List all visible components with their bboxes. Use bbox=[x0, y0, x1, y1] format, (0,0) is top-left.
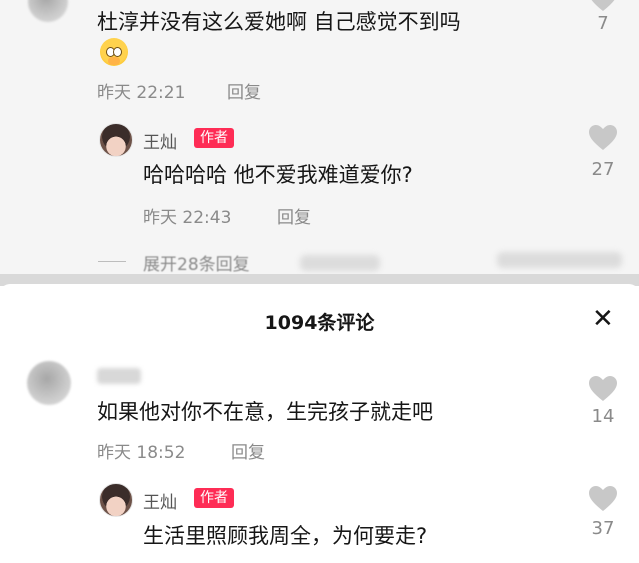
reply-button[interactable]: 回复 bbox=[231, 438, 265, 463]
like-count: 14 bbox=[591, 406, 615, 427]
like-count: 37 bbox=[591, 518, 615, 539]
comment-text: 如果他对你不在意，生完孩子就走吧 bbox=[97, 400, 433, 424]
author-avatar[interactable] bbox=[99, 123, 133, 157]
author-badge: 作者 bbox=[194, 127, 234, 148]
reply-time: 昨天 22:43 bbox=[143, 208, 232, 228]
comment-time: 昨天 22:21 bbox=[97, 83, 186, 103]
author-avatar[interactable] bbox=[99, 483, 133, 517]
heart-icon[interactable] bbox=[588, 0, 618, 12]
reply-button[interactable]: 回复 bbox=[277, 203, 311, 228]
heart-icon[interactable] bbox=[588, 125, 618, 151]
commenter-avatar[interactable] bbox=[27, 361, 71, 405]
comment-panel-top: 杜淳并没有这么爱她啊 自己感觉不到吗 昨天 22:21 回复 7 王灿 作者 哈… bbox=[0, 0, 639, 282]
author-name[interactable]: 王灿 bbox=[143, 488, 177, 513]
commenter-name[interactable] bbox=[97, 368, 141, 384]
reply-button[interactable]: 回复 bbox=[227, 78, 261, 103]
expand-divider bbox=[98, 261, 126, 262]
like-count: 27 bbox=[591, 159, 615, 180]
author-name[interactable]: 王灿 bbox=[143, 128, 177, 153]
commenter-avatar[interactable] bbox=[28, 0, 68, 22]
reply-text: 生活里照顾我周全，为何要走? bbox=[143, 524, 428, 548]
comment-time: 昨天 18:52 bbox=[97, 443, 186, 463]
blurred-content bbox=[300, 255, 380, 271]
expand-replies-button[interactable]: 展开28条回复 bbox=[143, 250, 250, 275]
comment-count-title: 1094条评论 bbox=[264, 312, 375, 334]
blurred-content bbox=[497, 252, 622, 268]
comment-sheet: 1094条评论 ✕ 如果他对你不在意，生完孩子就走吧 昨天 18:52 回复 1… bbox=[0, 284, 639, 563]
author-badge-label: 作者 bbox=[194, 488, 234, 508]
close-icon[interactable]: ✕ bbox=[592, 306, 614, 332]
like-count: 7 bbox=[597, 13, 609, 34]
author-badge: 作者 bbox=[194, 487, 234, 508]
heart-icon[interactable] bbox=[588, 486, 618, 512]
heart-icon[interactable] bbox=[588, 376, 618, 402]
pleading-face-icon bbox=[100, 38, 128, 66]
comment-text: 杜淳并没有这么爱她啊 自己感觉不到吗 bbox=[97, 10, 461, 34]
reply-text: 哈哈哈哈 他不爱我难道爱你? bbox=[143, 163, 413, 187]
author-badge-label: 作者 bbox=[194, 128, 234, 148]
